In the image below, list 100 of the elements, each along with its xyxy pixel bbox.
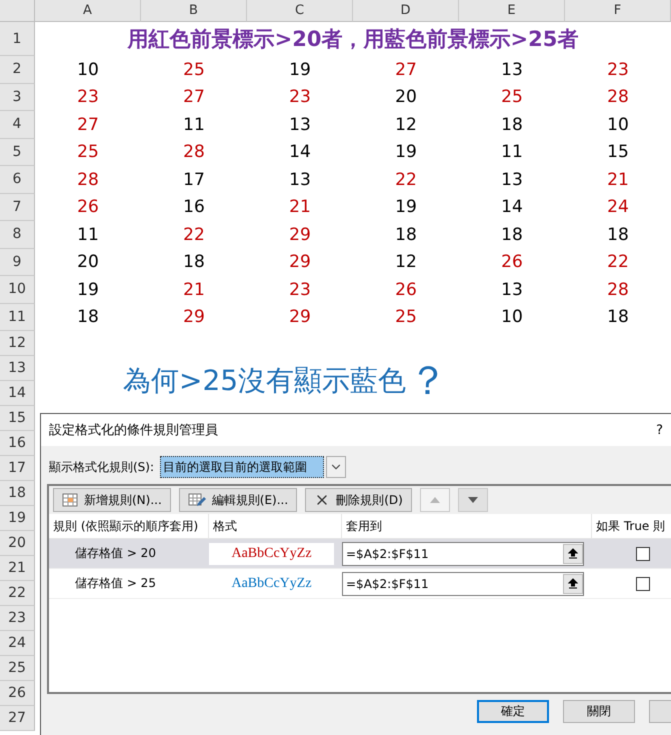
cell-value: 18 [183,252,205,272]
row-header[interactable]: 21 [0,556,35,581]
cell-value: 10 [77,60,99,80]
dropdown-button[interactable] [326,456,346,478]
cell-value: 13 [289,170,311,190]
cell-value: 28 [183,142,205,162]
stop-if-true-checkbox[interactable] [636,576,650,590]
row-header[interactable]: 1 [0,22,35,56]
cell-value: 18 [501,224,523,245]
scope-dropdown[interactable]: 目前的選取目前的選取範圍 [160,456,324,478]
cell-value: 11 [501,142,523,162]
column-header[interactable]: C [247,0,353,22]
collapse-button[interactable] [563,574,583,594]
row-header[interactable]: 16 [0,431,35,456]
rule-row[interactable]: 儲存格值 > 20 AaBbCcYyZz =$A$2:$F$11 [49,539,671,569]
dialog-button[interactable]: 確定 [477,700,549,723]
cell-value: 26 [77,197,99,218]
cell-value: 28 [607,87,629,108]
cell-value: 22 [183,224,205,245]
cell-value: 27 [77,114,99,135]
row-header[interactable]: 10 [0,276,35,304]
cell-value: 28 [607,280,629,300]
sheet-title: 用紅色前景標示>20者，用藍色前景標示>25者 [128,26,578,53]
cell-value: 23 [607,60,629,80]
row-header[interactable]: 13 [0,356,35,381]
dialog-button[interactable]: 關閉 [563,700,635,723]
cell-value: 22 [607,252,629,272]
row-header[interactable]: 26 [0,681,35,706]
column-header[interactable]: A [35,0,141,22]
cell-value: 20 [395,87,417,108]
triangle-up-icon [430,497,440,503]
cell-value: 25 [501,87,523,108]
column-header[interactable]: E [459,0,565,22]
cell-value: 14 [501,197,523,218]
cell-value: 18 [77,307,99,328]
format-preview: AaBbCcYyZz [230,574,313,592]
stop-if-true-checkbox[interactable] [636,546,650,560]
delete-rule-button[interactable]: 刪除規則(D) [305,488,412,512]
move-down-button[interactable] [458,488,488,512]
row-header[interactable]: 12 [0,331,35,356]
row-header[interactable]: 2 [0,56,35,84]
row-header[interactable]: 3 [0,84,35,111]
cell-value: 13 [289,114,311,135]
applies-to-field[interactable]: =$A$2:$F$11 [342,572,584,596]
column-header[interactable]: F [565,0,671,22]
cell-value: 13 [501,280,523,300]
row-header[interactable]: 24 [0,631,35,656]
cell-value: 21 [607,170,629,190]
row-header[interactable]: 17 [0,456,35,481]
cell-value: 29 [289,252,311,272]
row-header[interactable]: 5 [0,138,35,166]
cell-value: 20 [77,252,99,272]
row-header[interactable]: 6 [0,166,35,194]
cell-value: 12 [395,114,417,135]
cell-value: 25 [395,307,417,328]
cell-value: 19 [395,142,417,162]
cell-value: 27 [183,87,205,108]
row-header[interactable]: 8 [0,221,35,248]
row-header[interactable]: 18 [0,481,35,506]
edit-rule-icon [188,492,206,508]
question-mark: ？ [408,361,448,401]
question-text: 為何>25沒有顯示藍色 [123,363,406,399]
cell-value: 17 [183,170,205,190]
column-heading: 如果 True 則 [592,514,671,538]
cell-value: 14 [289,142,311,162]
row-header[interactable]: 15 [0,406,35,431]
row-header[interactable]: 22 [0,581,35,606]
cell-value: 18 [607,307,629,328]
cell-value: 22 [395,170,417,190]
row-header[interactable]: 11 [0,304,35,331]
row-header[interactable]: 7 [0,194,35,221]
help-button[interactable]: ? [656,422,663,438]
cell-value: 12 [395,252,417,272]
cell-value: 11 [77,224,99,245]
cell-value: 25 [77,142,99,162]
applies-to-field[interactable]: =$A$2:$F$11 [342,542,584,566]
row-header[interactable]: 4 [0,111,35,138]
new-rule-icon [62,493,78,507]
row-header[interactable]: 9 [0,248,35,276]
row-header[interactable]: 20 [0,531,35,556]
rule-row[interactable]: 儲存格值 > 25 AaBbCcYyZz =$A$2:$F$11 [49,569,671,599]
cell-value: 18 [501,114,523,135]
cell-value: 11 [183,114,205,135]
row-header[interactable]: 23 [0,606,35,631]
upload-arrow-icon [568,578,578,589]
range-text: =$A$2:$F$11 [346,546,429,560]
collapse-button[interactable] [563,544,583,564]
column-heading: 格式 [209,514,342,538]
new-rule-button[interactable]: 新增規則(N)... [53,488,171,512]
column-header[interactable]: D [353,0,459,22]
edit-rule-button[interactable]: 編輯規則(E)... [178,488,298,512]
cell-value: 15 [607,142,629,162]
column-header[interactable]: B [141,0,247,22]
cell-value: 29 [289,224,311,245]
row-header[interactable]: 25 [0,656,35,681]
row-header[interactable]: 27 [0,706,35,731]
cell-value: 24 [607,197,629,218]
row-header[interactable]: 14 [0,381,35,406]
cell-value: 25 [183,60,205,80]
row-header[interactable]: 19 [0,506,35,531]
